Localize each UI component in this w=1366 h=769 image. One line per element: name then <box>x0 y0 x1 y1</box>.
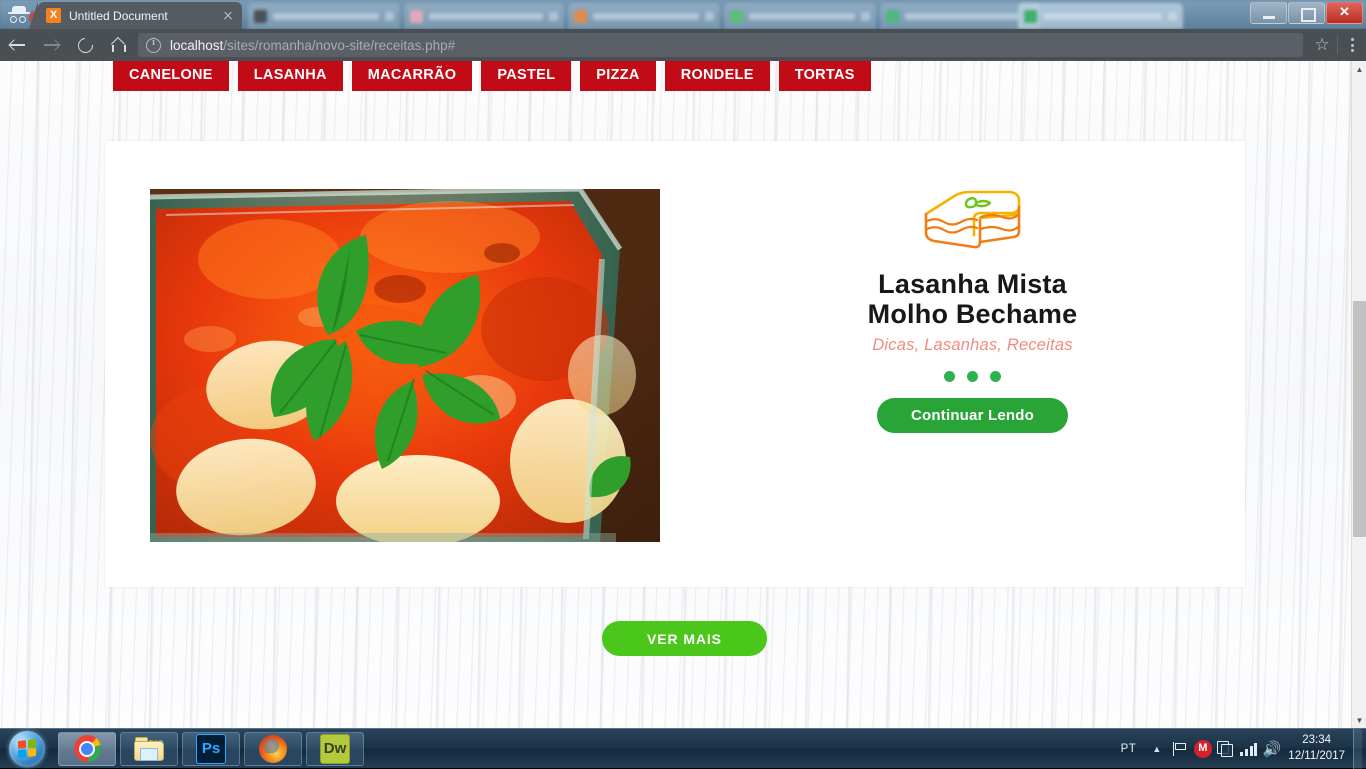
tab-close-icon[interactable] <box>385 11 394 21</box>
background-tab-4[interactable] <box>724 3 876 29</box>
scrollbar-thumb[interactable] <box>1353 301 1366 537</box>
background-tab-3[interactable] <box>568 3 720 29</box>
tab-favicon <box>1024 9 1037 23</box>
windows-taskbar: Ps Dw PT ▲ M 🔊 23:34 12/11/2017 <box>0 728 1366 769</box>
tab-favicon <box>410 9 423 23</box>
dot-2 <box>967 371 978 383</box>
scrollbar-up-arrow[interactable]: ▲ <box>1352 61 1366 77</box>
tab-favicon <box>254 9 267 23</box>
close-button[interactable] <box>1326 2 1363 24</box>
tab-close-icon[interactable] <box>549 11 558 21</box>
three-dot-menu-icon[interactable] <box>1338 29 1366 61</box>
tab-title <box>905 12 1019 20</box>
address-bar[interactable]: localhost/sites/romanha/novo-site/receit… <box>138 33 1303 57</box>
active-tab-title: Untitled Document <box>69 8 168 23</box>
url-path: /sites/romanha/novo-site/receitas.php# <box>223 37 456 53</box>
photoshop-icon: Ps <box>196 733 226 764</box>
page-viewport: CANELONE LASANHA MACARRÃO PASTEL PIZZA R… <box>0 61 1366 728</box>
taskbar-item-file-explorer[interactable] <box>120 731 178 766</box>
nav-item-macarrao[interactable]: MACARRÃO <box>351 61 473 91</box>
site-navigation: CANELONE LASANHA MACARRÃO PASTEL PIZZA R… <box>113 61 871 91</box>
recipe-card: Lasanha Mista Molho Bechame Dicas, Lasan… <box>105 141 1245 587</box>
tab-favicon <box>574 9 587 23</box>
clock-time: 23:34 <box>1302 733 1332 746</box>
firefox-icon <box>259 734 287 763</box>
clock[interactable]: 23:34 12/11/2017 <box>1283 733 1353 764</box>
flag-icon[interactable] <box>1168 729 1191 769</box>
reload-icon[interactable] <box>68 29 102 61</box>
scrollbar-down-arrow[interactable]: ▼ <box>1352 712 1366 728</box>
tab-title <box>749 12 855 20</box>
bookmark-star-icon[interactable]: ☆ <box>1307 29 1337 61</box>
network-signal-icon[interactable] <box>1237 729 1260 769</box>
decorative-dots <box>944 371 1001 383</box>
url-host: localhost <box>170 37 224 53</box>
nav-item-pastel[interactable]: PASTEL <box>481 61 572 91</box>
page-scrollbar[interactable]: ▲ ▼ <box>1351 61 1366 728</box>
show-desktop-button[interactable] <box>1353 728 1362 769</box>
recipe-title: Lasanha Mista Molho Bechame <box>867 269 1078 330</box>
browser-window: Untitled Document localhost/sites/romanh… <box>0 0 1366 728</box>
tab-title <box>593 12 699 20</box>
dot-1 <box>944 371 955 383</box>
clock-date: 12/11/2017 <box>1288 749 1345 762</box>
browser-toolbar: localhost/sites/romanha/novo-site/receit… <box>0 29 1366 61</box>
dreamweaver-icon: Dw <box>320 733 350 764</box>
background-tab-6[interactable] <box>1018 3 1183 29</box>
tab-title <box>429 12 543 20</box>
window-controls <box>1250 0 1366 27</box>
tab-title <box>1043 12 1162 20</box>
taskbar-item-chrome[interactable] <box>58 731 116 766</box>
active-tab[interactable]: Untitled Document <box>29 2 242 29</box>
taskbar-item-firefox[interactable] <box>244 731 302 766</box>
nav-item-lasanha[interactable]: LASANHA <box>237 61 343 91</box>
nav-item-pizza[interactable]: PIZZA <box>580 61 656 91</box>
forward-arrow-icon[interactable] <box>34 29 68 61</box>
lasanha-photo[interactable] <box>150 189 660 542</box>
recipe-info: Lasanha Mista Molho Bechame Dicas, Lasan… <box>745 187 1200 434</box>
language-indicator[interactable]: PT <box>1112 743 1146 755</box>
tab-close-icon[interactable] <box>861 11 870 21</box>
taskbar-item-photoshop[interactable]: Ps <box>182 731 240 766</box>
malwarebytes-icon[interactable]: M <box>1191 729 1214 769</box>
dot-3 <box>990 371 1001 383</box>
windows-start-orb-icon <box>9 730 45 767</box>
back-arrow-icon[interactable] <box>0 29 34 61</box>
xampp-favicon-icon <box>46 8 61 23</box>
nav-item-canelone[interactable]: CANELONE <box>113 61 229 91</box>
chrome-icon <box>73 735 101 762</box>
recipe-categories: Dicas, Lasanhas, Receitas <box>872 336 1073 355</box>
tab-close-icon[interactable] <box>705 11 714 21</box>
system-tray: PT ▲ M 🔊 23:34 12/11/2017 <box>1112 728 1366 769</box>
tab-favicon <box>886 9 899 23</box>
continuar-lendo-button[interactable]: Continuar Lendo <box>877 398 1068 434</box>
tab-favicon <box>730 9 743 23</box>
info-icon[interactable] <box>146 37 161 53</box>
maximize-button[interactable] <box>1288 2 1325 24</box>
folder-icon <box>134 736 164 761</box>
start-button[interactable] <box>0 729 54 768</box>
nav-item-rondele[interactable]: RONDELE <box>664 61 770 91</box>
background-tab-1[interactable] <box>248 3 400 29</box>
tab-title <box>273 12 379 20</box>
minimize-button[interactable] <box>1250 2 1287 24</box>
taskbar-item-dreamweaver[interactable]: Dw <box>306 731 364 766</box>
background-tab-2[interactable] <box>404 3 564 29</box>
url-text: localhost/sites/romanha/novo-site/receit… <box>170 38 455 53</box>
tab-close-icon[interactable] <box>1168 11 1177 21</box>
home-icon[interactable] <box>102 29 136 61</box>
tab-strip: Untitled Document <box>0 0 1366 29</box>
show-hidden-icons-chevron-icon[interactable]: ▲ <box>1145 729 1168 769</box>
ver-mais-button[interactable]: VER MAIS <box>602 621 767 656</box>
close-icon[interactable] <box>220 8 236 24</box>
nav-item-tortas[interactable]: TORTAS <box>778 61 871 91</box>
volume-icon[interactable]: 🔊 <box>1260 729 1283 769</box>
action-center-icon[interactable] <box>1214 729 1237 769</box>
lasagna-slice-icon <box>918 187 1028 253</box>
background-tab-5[interactable] <box>880 3 1040 29</box>
